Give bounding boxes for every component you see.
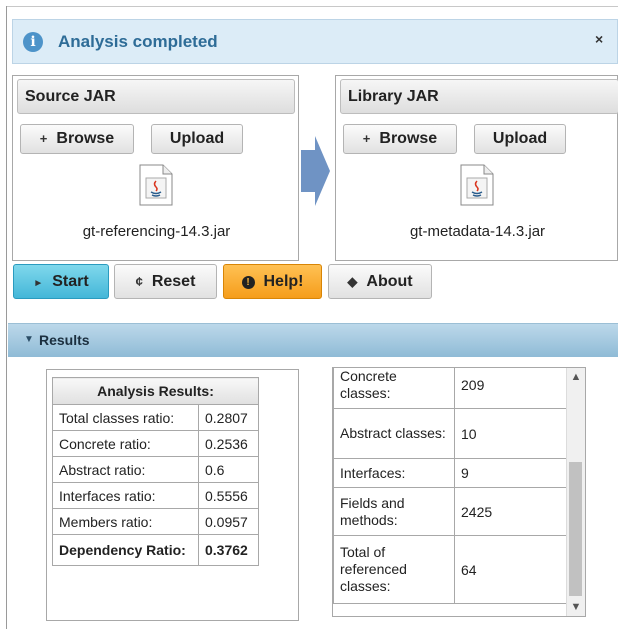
table-row: Abstract classes: 10	[333, 408, 567, 459]
source-upload-label: Upload	[169, 130, 225, 147]
table-row: Concrete ratio: 0.2536	[52, 430, 259, 457]
metric-name: Interfaces ratio:	[52, 482, 199, 509]
start-button[interactable]: ► Start	[13, 264, 109, 299]
metric-value: 0.2536	[198, 430, 259, 457]
library-browse-button[interactable]: + Browse	[343, 124, 457, 154]
table-row: Total of referenced classes: 64	[333, 535, 567, 604]
frame-top-line	[6, 6, 618, 7]
help-label: Help!	[263, 273, 304, 290]
library-file-name: gt-metadata-14.3.jar	[409, 223, 546, 240]
stat-name: Abstract classes:	[333, 408, 455, 459]
scrollbar-thumb[interactable]	[569, 462, 582, 596]
metric-value: 0.0957	[198, 508, 259, 535]
info-icon: i	[23, 32, 43, 52]
stat-value: 64	[454, 535, 567, 604]
reset-button[interactable]: ¢ Reset	[114, 264, 217, 299]
metric-value: 0.2807	[198, 404, 259, 431]
source-upload-button[interactable]: Upload	[151, 124, 243, 154]
metric-name: Dependency Ratio:	[52, 534, 199, 566]
stat-name: Concrete classes:	[333, 368, 455, 409]
results-header[interactable]: ▼ Results	[8, 323, 618, 357]
source-browse-label: Browse	[56, 130, 115, 147]
metric-name: Members ratio:	[52, 508, 199, 535]
analysis-notification: i Analysis completed ×	[12, 19, 618, 64]
stat-name: Interfaces:	[333, 458, 455, 488]
plus-icon: +	[362, 131, 371, 146]
library-upload-label: Upload	[492, 130, 548, 147]
tag-icon: ◆	[347, 274, 358, 289]
table-row: Total classes ratio: 0.2807	[52, 404, 259, 431]
arrow-right-icon	[301, 136, 330, 206]
metric-value: 0.5556	[198, 482, 259, 509]
table-row: Interfaces ratio: 0.5556	[52, 482, 259, 509]
stat-name: Fields and methods:	[333, 487, 455, 536]
stat-value: 209	[454, 368, 567, 409]
java-file-icon	[139, 164, 173, 206]
table-row: Interfaces: 9	[333, 458, 567, 488]
notification-message: Analysis completed	[58, 32, 218, 51]
library-jar-title: Library JAR	[340, 79, 618, 114]
help-button[interactable]: ! Help!	[223, 264, 322, 299]
collapse-icon: ▼	[24, 334, 34, 345]
about-button[interactable]: ◆ About	[328, 264, 432, 299]
close-icon[interactable]: ×	[595, 31, 603, 47]
library-jar-panel: Library JAR + Browse Upload gt-metadata-1…	[335, 75, 618, 261]
stats-scrollbar[interactable]: ▲ ▼	[566, 368, 585, 616]
play-icon: ►	[33, 278, 44, 289]
about-label: About	[366, 273, 413, 290]
scroll-down-icon[interactable]: ▼	[567, 598, 585, 616]
table-row: Abstract ratio: 0.6	[52, 456, 259, 483]
stat-value: 10	[454, 408, 567, 459]
frame-left-line	[6, 6, 7, 629]
table-row: Fields and methods: 2425	[333, 487, 567, 536]
start-label: Start	[52, 273, 89, 290]
metric-name: Abstract ratio:	[52, 456, 199, 483]
library-upload-button[interactable]: Upload	[474, 124, 566, 154]
table-row: Dependency Ratio: 0.3762	[52, 534, 259, 566]
class-stats-box[interactable]: Concrete classes: 209 Abstract classes: 10…	[332, 367, 586, 617]
library-browse-label: Browse	[379, 130, 438, 147]
stat-value: 2425	[454, 487, 567, 536]
analysis-results-table: Analysis Results: Total classes ratio: 0.…	[52, 377, 259, 566]
scroll-up-icon[interactable]: ▲	[567, 368, 585, 386]
metric-name: Total classes ratio:	[52, 404, 199, 431]
analysis-results-title: Analysis Results:	[52, 377, 259, 405]
class-stats-table: Concrete classes: 209 Abstract classes: 10…	[333, 368, 567, 604]
plus-icon: +	[39, 131, 48, 146]
reset-icon: ¢	[135, 274, 143, 289]
source-file-name: gt-referencing-14.3.jar	[82, 223, 231, 240]
source-jar-title: Source JAR	[17, 79, 295, 114]
source-jar-panel: Source JAR + Browse Upload gt-referencing…	[12, 75, 299, 261]
alert-icon: !	[241, 276, 255, 289]
stat-value: 9	[454, 458, 567, 488]
stat-name: Total of referenced classes:	[333, 535, 455, 604]
table-row: Concrete classes: 209	[333, 368, 567, 409]
table-row: Members ratio: 0.0957	[52, 508, 259, 535]
results-title: Results	[39, 332, 90, 348]
reset-label: Reset	[151, 273, 196, 290]
metric-value: 0.3762	[198, 534, 259, 566]
metric-value: 0.6	[198, 456, 259, 483]
java-file-icon	[460, 164, 494, 206]
metric-name: Concrete ratio:	[52, 430, 199, 457]
source-browse-button[interactable]: + Browse	[20, 124, 134, 154]
